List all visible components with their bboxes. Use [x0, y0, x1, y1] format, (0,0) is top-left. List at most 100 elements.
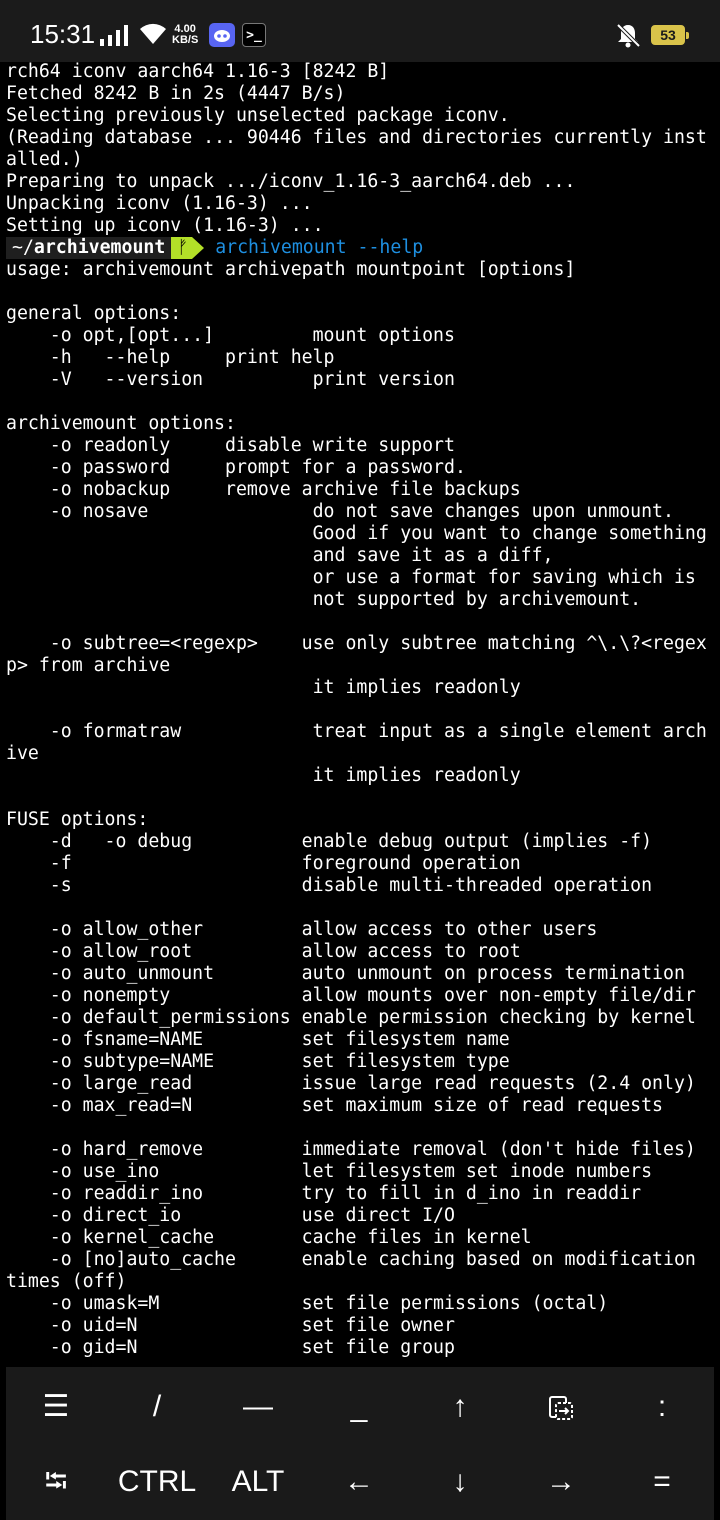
- terminal-line: alled.): [6, 149, 83, 170]
- output-line: -o umask=M set file permissions (octal): [6, 1293, 609, 1314]
- output-line: -o formatraw treat input as a single ele…: [6, 721, 707, 742]
- output-line: -o nobackup remove archive file backups: [6, 479, 521, 500]
- output-line: -o fsname=NAME set filesystem name: [6, 1029, 510, 1050]
- arrow-left-icon: ←: [344, 1465, 374, 1498]
- output-line: -o max_read=N set maximum size of read r…: [6, 1095, 663, 1116]
- mute-icon: [616, 23, 641, 48]
- output-line: -o default_permissions enable permission…: [6, 1007, 696, 1028]
- output-line: -o password prompt for a password.: [6, 457, 466, 478]
- terminal-line: rch64 iconv aarch64 1.16-3 [8242 B]: [6, 61, 390, 82]
- output-line: -o kernel_cache cache files in kernel: [6, 1227, 532, 1248]
- network-speed-unit: KB/S: [172, 34, 199, 46]
- ctrl-key-label: CTRL: [117, 1465, 197, 1498]
- output-line: -V --version print version: [6, 369, 455, 390]
- output-line: general options:: [6, 303, 182, 324]
- terminal-view[interactable]: rch64 iconv aarch64 1.16-3 [8242 B] Fetc…: [6, 61, 720, 1366]
- colon-key[interactable]: :: [612, 1369, 712, 1445]
- menu-icon: ☰: [42, 1390, 70, 1423]
- wifi-icon: [140, 23, 166, 44]
- left-key[interactable]: ←: [309, 1444, 409, 1520]
- up-key[interactable]: ↑: [410, 1369, 510, 1445]
- output-line: -o auto_unmount auto unmount on process …: [6, 963, 685, 984]
- terminal-line: Setting up iconv (1.16-3) ...: [6, 215, 324, 236]
- output-line: -o use_ino let filesystem set inode numb…: [6, 1161, 653, 1182]
- right-key[interactable]: →: [511, 1444, 611, 1520]
- arrow-up-icon: ↑: [452, 1390, 468, 1423]
- output-line: -f foreground operation: [6, 853, 521, 874]
- output-line: not supported by archivemount.: [6, 589, 642, 610]
- alt-key[interactable]: ALT: [208, 1444, 308, 1520]
- equals-key[interactable]: =: [612, 1444, 712, 1520]
- output-line: it implies readonly: [6, 765, 521, 786]
- output-line: or use a format for saving which is: [6, 567, 696, 588]
- output-line: usage: archivemount archivepath mountpoi…: [6, 259, 576, 280]
- network-speed: 4.00 KB/S: [172, 24, 198, 46]
- output-line: -o direct_io use direct I/O: [6, 1205, 455, 1226]
- dash-key[interactable]: —: [208, 1369, 308, 1445]
- status-time: 15:31: [30, 19, 96, 49]
- output-line: p> from archive: [6, 655, 171, 676]
- signal-icon: [100, 24, 128, 46]
- status-bar: 15:31 4.00 KB/S >_ 53: [0, 0, 720, 62]
- terminal-line: Fetched 8242 B in 2s (4447 B/s): [6, 83, 346, 104]
- output-line: and save it as a diff,: [6, 545, 554, 566]
- battery-icon: 53: [651, 25, 689, 45]
- battery-level: 53: [660, 27, 676, 43]
- slash-key[interactable]: /: [107, 1369, 207, 1445]
- equals-key-label: =: [653, 1465, 671, 1498]
- slash-key-label: /: [152, 1390, 162, 1423]
- prompt-command: archivemount --help: [215, 237, 424, 258]
- dash-key-label: —: [243, 1390, 273, 1423]
- arrow-right-icon: →: [546, 1465, 576, 1498]
- output-line: -o subtree=<regexp> use only subtree mat…: [6, 633, 707, 654]
- underscore-key-label: _: [350, 1390, 368, 1423]
- tab-icon: ⭾: [44, 1465, 68, 1498]
- output-line: -h --help print help: [6, 347, 335, 368]
- terminal-line: Preparing to unpack .../iconv_1.16-3_aar…: [6, 171, 576, 192]
- terminal-line: (Reading database ... 90446 files and di…: [6, 127, 707, 148]
- output-line: -o gid=N set file group: [6, 1337, 455, 1358]
- tab-key[interactable]: ⭾: [6, 1444, 106, 1520]
- output-line: -d -o debug enable debug output (implies…: [6, 831, 653, 852]
- output-line: it implies readonly: [6, 677, 521, 698]
- shell-prompt: ~/archivemount ᚠ archivemount --help: [6, 237, 720, 259]
- output-line: Good if you want to change something: [6, 523, 707, 544]
- output-line: -o large_read issue large read requests …: [6, 1073, 696, 1094]
- output-line: -o nonempty allow mounts over non-empty …: [6, 985, 696, 1006]
- down-key[interactable]: ↓: [410, 1444, 510, 1520]
- prompt-dir-prefix: ~/: [12, 237, 34, 258]
- prompt-directory: ~/archivemount: [6, 237, 172, 259]
- output-line: -o allow_other allow access to other use…: [6, 919, 598, 940]
- output-line: FUSE options:: [6, 809, 149, 830]
- output-line: ive: [6, 743, 39, 764]
- output-line: -o opt,[opt...] mount options: [6, 325, 455, 346]
- terminal-line: Unpacking iconv (1.16-3) ...: [6, 193, 313, 214]
- prompt-arrow-icon: [192, 237, 205, 259]
- terminal-icon: >_: [242, 23, 266, 47]
- output-line: -o hard_remove immediate removal (don't …: [6, 1139, 696, 1160]
- drawer-key[interactable]: ☰: [6, 1369, 106, 1445]
- prompt-dir-name: archivemount: [33, 237, 166, 258]
- output-line: -o [no]auto_cache enable caching based o…: [6, 1249, 696, 1270]
- underscore-key[interactable]: _: [309, 1369, 409, 1445]
- paste-key[interactable]: [511, 1369, 611, 1445]
- git-branch-icon: ᚠ: [171, 237, 193, 259]
- colon-key-label: :: [657, 1390, 667, 1423]
- terminal-line: Selecting previously unselected package …: [6, 105, 510, 126]
- output-line: -o subtype=NAME set filesystem type: [6, 1051, 510, 1072]
- output-line: -o readonly disable write support: [6, 435, 455, 456]
- output-line: -o allow_root allow access to root: [6, 941, 521, 962]
- output-line: -o readdir_ino try to fill in d_ino in r…: [6, 1183, 642, 1204]
- ctrl-key[interactable]: CTRL: [107, 1444, 207, 1520]
- extra-keys-bar: ☰ / — _ ↑: ⭾ CTRL ALT ← ↓ → =: [6, 1367, 714, 1520]
- alt-key-label: ALT: [231, 1465, 285, 1498]
- output-line: -s disable multi-threaded operation: [6, 875, 653, 896]
- output-line: times (off): [6, 1271, 127, 1292]
- output-line: -o nosave do not save changes upon unmou…: [6, 501, 674, 522]
